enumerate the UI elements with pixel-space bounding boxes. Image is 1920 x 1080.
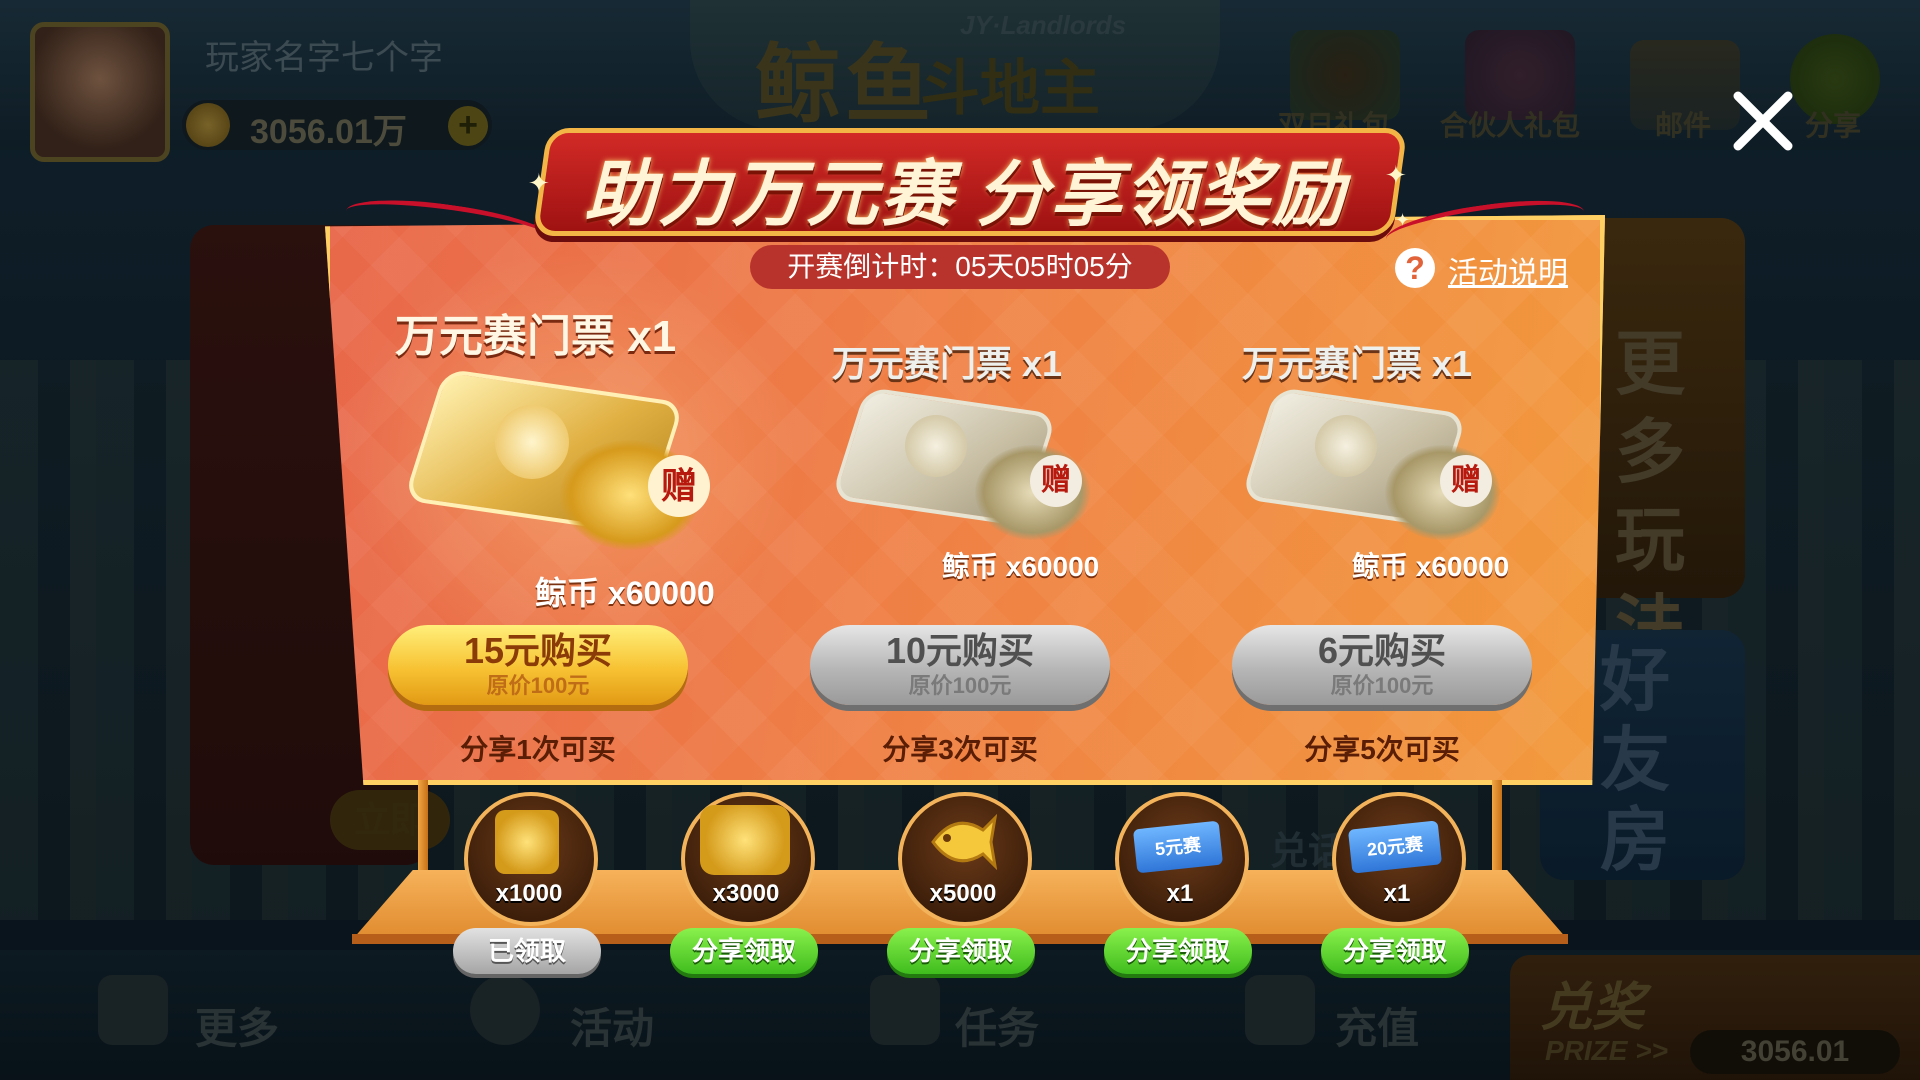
whale-logo-icon (905, 415, 967, 477)
buy-label: 15元购买 (463, 630, 613, 671)
countdown-pill: 开赛倒计时：05天05时05分 (750, 245, 1170, 289)
share-claim-button[interactable]: 分享领取 (887, 928, 1035, 974)
share-claim-button[interactable]: 分享领取 (1321, 928, 1469, 974)
gold-coin-pile-icon (700, 805, 790, 875)
buy-button-10[interactable]: 10元购买 原价100元 (810, 625, 1110, 705)
ticket-5-icon: 5元赛 (1132, 820, 1224, 874)
reward-qty: x3000 (712, 880, 780, 907)
original-price: 原价100元 (908, 673, 1012, 698)
buy-button-6[interactable]: 6元购买 原价100元 (1232, 625, 1532, 705)
product-2-coins: 鲸币 x60000 (942, 551, 1100, 582)
gift-badge: 赠 (1030, 455, 1082, 507)
share-claim-button[interactable]: 分享领取 (670, 928, 818, 974)
original-price: 原价100元 (486, 673, 590, 698)
event-rules-link[interactable]: 活动说明 (1448, 248, 1568, 292)
share-requirement: 分享5次可买 (1304, 734, 1460, 765)
ticket-20-icon: 20元赛 (1347, 820, 1443, 874)
buy-button-15[interactable]: 15元购买 原价100元 (388, 625, 688, 705)
product-2-title: 万元赛门票 x1 (832, 343, 1063, 384)
popup-title: 助力万元赛 分享领奖励 (583, 155, 1346, 235)
countdown-label: 开赛倒计时： (787, 251, 956, 282)
share-requirement: 分享1次可买 (460, 734, 616, 765)
reward-qty: x1 (1166, 880, 1194, 907)
product-3-coins: 鲸币 x60000 (1352, 551, 1510, 582)
product-1-title: 万元赛门票 x1 (395, 312, 677, 361)
gift-badge: 赠 (1440, 455, 1492, 507)
reward-qty: x5000 (929, 880, 997, 907)
countdown-value: 05天05时05分 (955, 251, 1133, 282)
sparkle-icon: ✦ (528, 168, 550, 198)
product-1-coins: 鲸币 x60000 (535, 575, 715, 611)
buy-label: 10元购买 (885, 630, 1035, 671)
original-price: 原价100元 (1330, 673, 1434, 698)
share-requirement: 分享3次可买 (882, 734, 1038, 765)
gold-coin-stack-icon (495, 810, 559, 874)
gold-fish-icon (931, 813, 997, 871)
reward-qty: x1000 (495, 880, 563, 907)
gift-badge: 赠 (648, 455, 710, 517)
sparkle-icon: ✦ (1395, 210, 1411, 230)
share-claim-button[interactable]: 分享领取 (1104, 928, 1252, 974)
sparkle-icon: ✦ (1385, 160, 1407, 190)
help-icon[interactable]: ? (1395, 248, 1435, 288)
whale-logo-icon (495, 405, 569, 479)
close-icon[interactable] (1728, 86, 1798, 156)
claimed-button[interactable]: 已领取 (453, 928, 601, 974)
buy-label: 6元购买 (1317, 630, 1447, 671)
product-3-title: 万元赛门票 x1 (1242, 343, 1473, 384)
whale-logo-icon (1315, 415, 1377, 477)
reward-qty: x1 (1383, 880, 1411, 907)
